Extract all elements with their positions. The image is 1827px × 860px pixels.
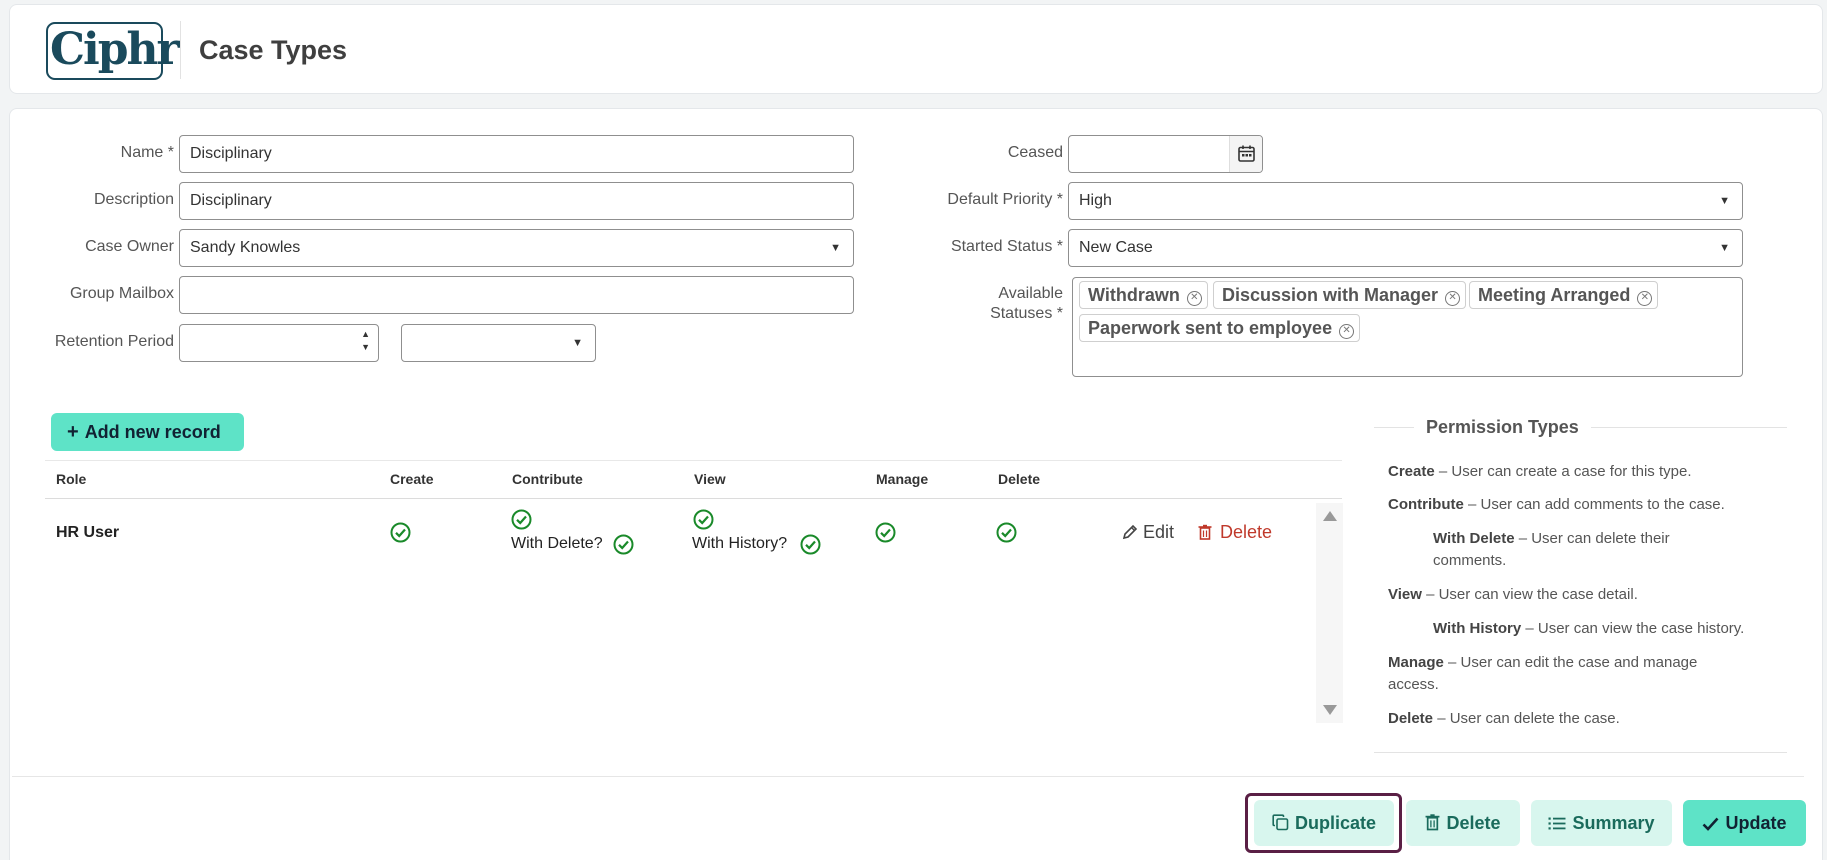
trash-icon [1426,814,1440,831]
retention-unit-select[interactable]: ▼ [401,324,596,362]
with-history-label: With History? [692,535,788,552]
table-scrollbar[interactable] [1316,503,1343,723]
check-circle-icon [800,534,821,555]
column-header-contribute: Contribute [512,471,583,487]
description-label: Description [93,191,174,208]
list-icon [1548,817,1566,830]
page-title: Case Types [199,35,348,65]
retention-period-label: Retention Period [54,333,174,350]
case-owner-select[interactable]: Sandy Knowles ▼ [179,229,854,267]
update-button[interactable]: Update [1683,800,1806,846]
status-chip: Meeting Arranged ✕ [1469,281,1659,309]
chevron-down-icon: ▼ [830,242,841,254]
permission-manage: Manage – User can edit the case and mana… [1388,654,1698,693]
role-cell: HR User [56,524,120,541]
group-mailbox-label: Group Mailbox [69,285,174,302]
remove-chip-icon[interactable]: ✕ [1186,291,1202,306]
status-chip: Discussion with Manager ✕ [1213,281,1467,309]
chevron-down-icon: ▼ [1719,242,1730,254]
with-delete-label: With Delete? [511,535,603,552]
permission-with-history: With History – User can view the case hi… [1433,620,1745,637]
remove-chip-icon[interactable]: ✕ [1339,324,1355,339]
header-bar: Ciphr Case Types [9,4,1823,94]
description-input[interactable]: Disciplinary [179,182,854,220]
check-circle-icon [996,522,1017,543]
status-chip: Paperwork sent to employee ✕ [1079,314,1361,342]
started-status-label: Started Status * [950,238,1063,255]
case-owner-label: Case Owner [85,238,174,255]
chevron-down-icon: ▼ [572,337,583,349]
started-status-select[interactable]: New Case ▼ [1068,229,1743,267]
checkmark-icon [1703,817,1719,831]
copy-icon [1272,814,1289,831]
remove-chip-icon[interactable]: ✕ [1637,291,1653,306]
check-circle-icon [390,522,411,543]
duplicate-button[interactable]: Duplicate [1254,800,1394,846]
remove-chip-icon[interactable]: ✕ [1445,291,1461,306]
chevron-down-icon: ▼ [1719,195,1730,207]
permission-view: View – User can view the case detail. [1388,586,1638,603]
table-top-border [45,460,1342,461]
scroll-down-arrow-icon[interactable] [1323,705,1337,715]
available-statuses-label: Available Statuses * [990,285,1063,322]
column-header-role: Role [56,471,87,487]
ceased-date-input[interactable] [1068,135,1263,173]
footer-divider [12,776,1804,777]
trash-icon [1198,524,1212,540]
summary-button[interactable]: Summary [1531,800,1672,846]
pencil-icon [1122,524,1138,540]
permission-create: Create – User can create a case for this… [1388,463,1692,480]
table-header-border [45,498,1342,499]
default-priority-label: Default Priority * [947,191,1063,208]
ceased-label: Ceased [1007,144,1063,161]
ciphr-logo[interactable]: Ciphr [46,22,180,80]
check-circle-icon [613,534,634,555]
name-label: Name * [120,144,174,161]
column-header-delete: Delete [998,471,1041,487]
permission-delete: Delete – User can delete the case. [1388,710,1620,727]
check-circle-icon [875,522,896,543]
permission-types-panel: Permission Types Create – User can creat… [1374,417,1787,753]
started-status-value: New Case [1079,239,1153,256]
default-priority-select[interactable]: High ▼ [1068,182,1743,220]
stepper-arrows-icon[interactable]: ▲ ▼ [361,328,370,354]
default-priority-value: High [1079,192,1112,209]
plus-icon: + [67,421,79,443]
column-header-create: Create [390,471,434,487]
scroll-up-arrow-icon[interactable] [1323,511,1337,521]
column-header-view: View [694,471,726,487]
calendar-icon [1238,145,1255,162]
retention-period-input[interactable]: ▲ ▼ [179,324,379,362]
check-circle-icon [511,509,532,530]
delete-button[interactable]: Delete [1406,800,1520,846]
delete-row-button[interactable]: Delete [1198,522,1272,543]
calendar-button[interactable] [1229,136,1262,172]
edit-row-button[interactable]: Edit [1122,522,1174,543]
available-statuses-multiselect[interactable]: Withdrawn ✕ Discussion with Manager ✕ Meet… [1072,277,1743,377]
name-input[interactable]: Disciplinary [179,135,854,173]
case-owner-value: Sandy Knowles [190,239,301,256]
add-new-record-button[interactable]: + Add new record [51,413,244,451]
group-mailbox-input[interactable] [179,276,854,314]
permission-contribute: Contribute – User can add comments to th… [1388,496,1725,513]
permission-types-title: Permission Types [1414,417,1591,438]
status-chip: Withdrawn ✕ [1079,281,1208,309]
check-circle-icon [693,509,714,530]
header-divider [180,21,181,79]
permission-with-delete: With Delete – User can delete their comme… [1433,530,1670,569]
column-header-manage: Manage [876,471,929,487]
